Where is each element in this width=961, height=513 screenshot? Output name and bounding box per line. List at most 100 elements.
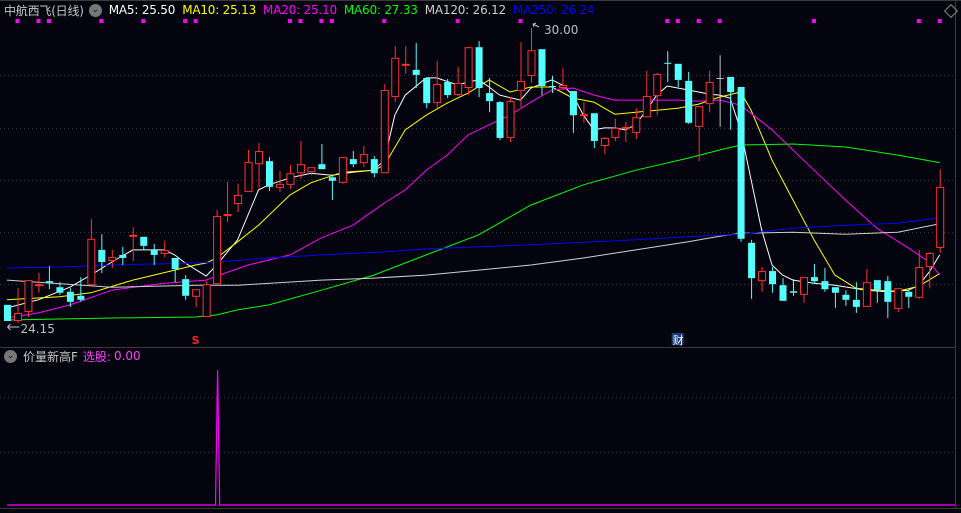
signal-dot	[15, 19, 20, 23]
candle-body	[444, 81, 452, 96]
candle-body	[936, 186, 945, 248]
candle-body	[685, 80, 693, 123]
candle-body	[255, 151, 264, 165]
signal-dot	[675, 19, 680, 23]
candle-body	[506, 101, 515, 138]
candle-body	[423, 77, 431, 104]
candle-body	[182, 279, 190, 296]
candle	[894, 288, 903, 312]
candle-body	[527, 50, 536, 76]
candle-body	[412, 69, 420, 75]
candle-body	[98, 249, 106, 262]
candle-body	[517, 80, 526, 92]
candle-body	[642, 96, 651, 118]
candle-body	[359, 154, 368, 164]
signal-dot	[696, 19, 701, 23]
signal-dot	[665, 19, 670, 23]
signal-dot	[329, 19, 334, 23]
signal-dot	[319, 19, 324, 23]
candle-body	[192, 289, 201, 297]
candle-body	[464, 47, 473, 89]
candle-body	[799, 277, 808, 295]
candle-body	[894, 288, 903, 309]
signal-dot	[141, 19, 146, 23]
ma120-label: MA120: 26.12	[424, 3, 506, 17]
candle-body	[296, 164, 305, 174]
candle-body	[4, 304, 11, 321]
select-value: 0.00	[113, 349, 141, 363]
candle-body	[769, 271, 777, 285]
candle-body	[370, 159, 378, 174]
candle-body	[391, 57, 400, 98]
ma5-label: MA5: 25.50	[108, 3, 176, 17]
candle-body	[275, 183, 284, 188]
signal-dot	[36, 19, 41, 23]
candle-body	[915, 267, 924, 298]
max-price-label: 30.00	[544, 23, 578, 37]
candle-body	[140, 236, 148, 246]
candle-body	[150, 249, 158, 255]
candle-body	[716, 77, 724, 79]
ma20-label: MA20: 25.10	[263, 3, 337, 17]
candle	[213, 210, 222, 285]
candle	[380, 83, 389, 174]
candle	[202, 281, 211, 317]
candle-body	[380, 90, 389, 174]
candle-body	[486, 93, 494, 102]
candle-body	[727, 76, 735, 93]
candle-body	[632, 117, 641, 133]
candle-body	[748, 242, 756, 279]
stock-title[interactable]: 中航西飞(日线)	[4, 2, 84, 19]
candle-body	[24, 280, 33, 312]
candle-body	[790, 291, 797, 293]
candle-body	[600, 137, 609, 147]
candle-body	[160, 249, 169, 254]
candle	[266, 157, 273, 191]
candle-body	[852, 299, 860, 307]
candle-body	[842, 294, 850, 300]
candle-body	[234, 194, 243, 205]
min-price-label: 24.15	[20, 322, 54, 336]
indicator-name[interactable]: 价量新高F	[23, 348, 78, 365]
candle-body	[548, 85, 556, 88]
candle-body	[129, 234, 138, 237]
candle-body	[266, 161, 273, 187]
candle-body	[695, 106, 704, 127]
candle-body	[349, 159, 357, 165]
candle-body	[171, 257, 179, 270]
candle-body	[558, 84, 567, 89]
signal-dot	[811, 19, 816, 23]
chevron-down-icon[interactable]: ⌄	[4, 349, 17, 363]
candle-body	[108, 256, 117, 261]
chevron-down-icon[interactable]: ⌄	[88, 3, 102, 17]
candle-body	[223, 214, 232, 217]
candle-body	[13, 312, 22, 321]
candlestick-chart[interactable]: 30.00 24.15 S 财	[0, 0, 961, 513]
candle-body	[779, 285, 787, 301]
candle	[4, 304, 11, 321]
candle-body	[664, 62, 672, 64]
candle-body	[925, 252, 934, 268]
candle-body	[496, 102, 504, 138]
signal-dot	[937, 19, 942, 23]
candle	[737, 87, 745, 242]
candle-body	[831, 287, 839, 293]
candle-body	[758, 271, 767, 282]
candle-body	[318, 164, 326, 170]
candle-body	[737, 87, 745, 239]
finance-marker[interactable]: 财	[673, 333, 684, 347]
candle-body	[454, 82, 463, 96]
chart-header: 中航西飞(日线) ⌄ MA5: 25.50 MA10: 25.13 MA20: …	[4, 2, 601, 18]
signal-dot	[46, 19, 51, 23]
candle-body	[884, 281, 892, 302]
candle-body	[905, 291, 913, 297]
candle-body	[77, 295, 85, 300]
candle	[496, 101, 504, 140]
candle-body	[538, 49, 546, 86]
signal-dot	[455, 19, 460, 23]
candle-body	[202, 284, 211, 317]
s-marker[interactable]: S	[192, 334, 200, 347]
candle-body	[621, 126, 630, 129]
candle	[464, 47, 473, 96]
signal-dot	[183, 19, 188, 23]
